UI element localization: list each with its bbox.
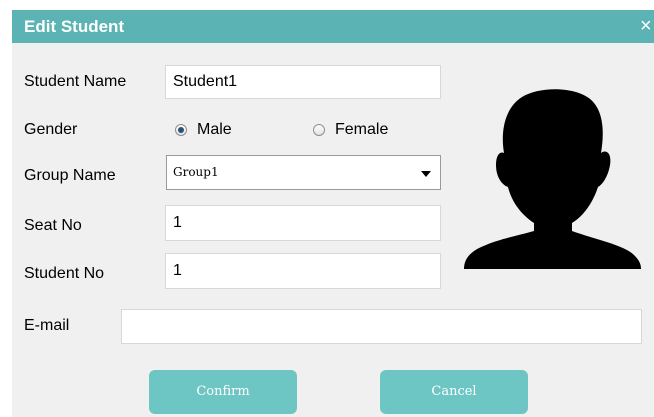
student-no-input[interactable] [165,253,441,289]
radio-checked-icon [175,124,187,136]
student-no-label: Student No [24,265,105,282]
confirm-button[interactable]: Confirm [149,370,297,414]
dialog-titlebar[interactable]: Edit Student × [12,10,654,43]
dialog-title: Edit Student [24,17,125,36]
dialog-body: Student Name Gender Male Female Group Na… [12,43,654,417]
close-icon[interactable]: × [640,15,654,37]
gender-female-radio[interactable]: Female [313,121,388,139]
group-name-label: Group Name [24,167,116,184]
gender-female-label: Female [335,121,389,138]
gender-label: Gender [24,121,78,138]
group-name-select[interactable]: Group1 [166,155,441,190]
cancel-button[interactable]: Cancel [380,370,528,414]
student-name-input[interactable] [165,65,441,99]
gender-male-label: Male [197,121,232,138]
email-label: E-mail [24,317,70,334]
student-name-label: Student Name [24,73,127,90]
seat-no-input[interactable] [165,205,441,241]
edit-student-dialog: Edit Student × Student Name Gender Male … [0,0,654,417]
group-name-selected-value: Group1 [173,165,219,179]
radio-unchecked-icon [313,124,325,136]
dialog-left-margin [0,0,12,417]
seat-no-label: Seat No [24,217,82,234]
gender-male-radio[interactable]: Male [175,121,232,139]
person-silhouette-icon [464,89,641,269]
email-input[interactable] [121,309,642,344]
chevron-down-icon [421,171,431,177]
